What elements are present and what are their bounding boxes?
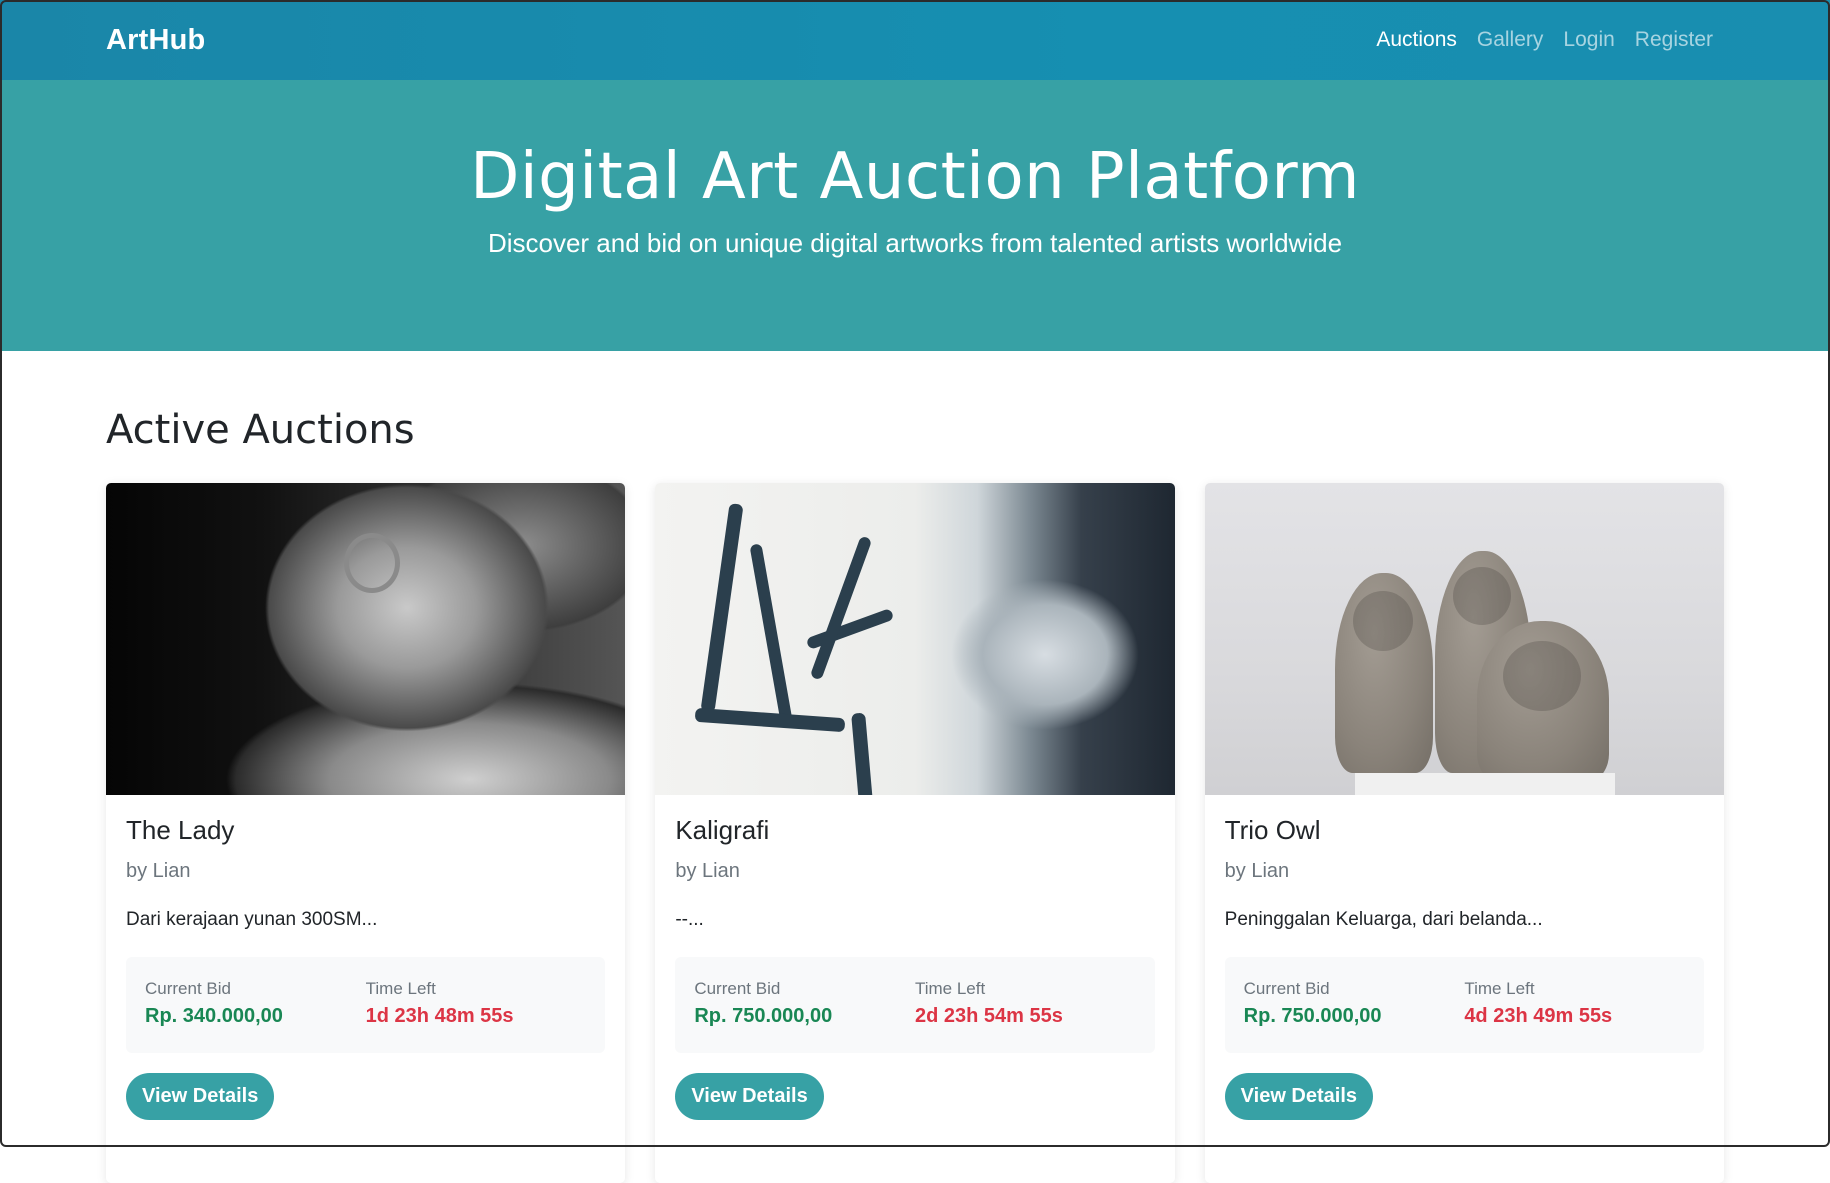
- time-left: Time Left 2d 23h 54m 55s: [915, 979, 1136, 1053]
- artwork-image-detail: [749, 543, 793, 723]
- time-left: Time Left 1d 23h 48m 55s: [366, 979, 587, 1053]
- bid-info-box: Current Bid Rp. 340.000,00 Time Left 1d …: [126, 957, 606, 1053]
- artwork-image-detail: [805, 607, 895, 651]
- current-bid-label: Current Bid: [694, 979, 781, 998]
- current-bid-value: Rp. 750.000,00: [694, 1005, 833, 1027]
- time-left-value: 2d 23h 54m 55s: [914, 1005, 1063, 1027]
- current-bid: Current Bid Rp. 340.000,00: [145, 979, 366, 1053]
- current-bid-value: Rp. 340.000,00: [145, 1005, 283, 1027]
- auction-card: The Lady by Lian Dari kerajaan yunan 300…: [106, 483, 626, 1183]
- current-bid: Current Bid Rp. 750.000,00: [1244, 979, 1465, 1053]
- current-bid-label: Current Bid: [145, 979, 231, 998]
- nav-link-gallery[interactable]: Gallery: [1477, 28, 1544, 52]
- card-body: Kaligrafi by Lian --... Current Bid Rp. …: [655, 795, 1174, 1120]
- bid-info-box: Current Bid Rp. 750.000,00 Time Left 2d …: [675, 957, 1155, 1053]
- artwork-image-detail: [695, 707, 846, 733]
- artwork-artist: by Lian: [1224, 860, 1290, 882]
- artwork-artist: by Lian: [675, 860, 740, 882]
- artwork-image-detail: [851, 712, 874, 795]
- bid-info-box: Current Bid Rp. 750.000,00 Time Left 4d …: [1224, 957, 1704, 1053]
- nav-links: Auctions Gallery Login Register: [1376, 28, 1713, 52]
- time-left-label: Time Left: [1464, 979, 1535, 998]
- artwork-title: The Lady: [126, 815, 235, 845]
- navbar: ArtHub Auctions Gallery Login Register: [0, 0, 1830, 80]
- artwork-image-detail: [700, 503, 744, 713]
- artwork-image-detail: [1354, 773, 1615, 795]
- artwork-image[interactable]: [655, 483, 1175, 795]
- hero-subtitle: Discover and bid on unique digital artwo…: [487, 228, 1343, 259]
- card-body: The Lady by Lian Dari kerajaan yunan 300…: [106, 795, 625, 1120]
- current-bid-label: Current Bid: [1243, 979, 1330, 998]
- current-bid: Current Bid Rp. 750.000,00: [694, 979, 915, 1053]
- artwork-artist: by Lian: [126, 860, 191, 882]
- card-body: Trio Owl by Lian Peninggalan Keluarga, d…: [1205, 795, 1724, 1120]
- view-details-button[interactable]: View Details: [675, 1073, 824, 1120]
- time-left-label: Time Left: [914, 979, 986, 998]
- artwork-title: Trio Owl: [1224, 815, 1321, 845]
- time-left-value: 4d 23h 49m 55s: [1464, 1005, 1613, 1027]
- nav-link-login[interactable]: Login: [1563, 28, 1614, 52]
- view-details-button[interactable]: View Details: [126, 1073, 275, 1120]
- artwork-title: Kaligrafi: [675, 815, 770, 845]
- brand-logo[interactable]: ArtHub: [106, 24, 205, 57]
- auction-card: Kaligrafi by Lian --... Current Bid Rp. …: [655, 483, 1175, 1183]
- view-details-button[interactable]: View Details: [1224, 1073, 1374, 1120]
- artwork-image-detail: [810, 535, 873, 681]
- artwork-description: Peninggalan Keluarga, dari belanda...: [1224, 909, 1543, 930]
- section-title: Active Auctions: [106, 407, 415, 453]
- time-left: Time Left 4d 23h 49m 55s: [1464, 979, 1685, 1053]
- hero-title: Digital Art Auction Platform: [470, 140, 1360, 214]
- artwork-image-detail: [344, 533, 400, 593]
- artwork-image[interactable]: [1204, 483, 1724, 795]
- artwork-image-detail: [1334, 573, 1433, 773]
- hero-banner: Digital Art Auction Platform Discover an…: [0, 80, 1830, 351]
- nav-link-auctions[interactable]: Auctions: [1376, 28, 1457, 52]
- time-left-label: Time Left: [365, 979, 436, 998]
- auction-card: Trio Owl by Lian Peninggalan Keluarga, d…: [1204, 483, 1724, 1183]
- auction-card-list: The Lady by Lian Dari kerajaan yunan 300…: [106, 483, 1724, 1183]
- main-content: Active Auctions The Lady by Lian Dari ke…: [0, 351, 1830, 1183]
- artwork-description: Dari kerajaan yunan 300SM...: [126, 909, 378, 930]
- time-left-value: 1d 23h 48m 55s: [365, 1005, 514, 1027]
- artwork-image[interactable]: [106, 483, 626, 795]
- nav-link-register[interactable]: Register: [1635, 28, 1713, 52]
- current-bid-value: Rp. 750.000,00: [1243, 1005, 1382, 1027]
- artwork-image-detail: [1476, 621, 1609, 783]
- artwork-description: --...: [675, 909, 704, 930]
